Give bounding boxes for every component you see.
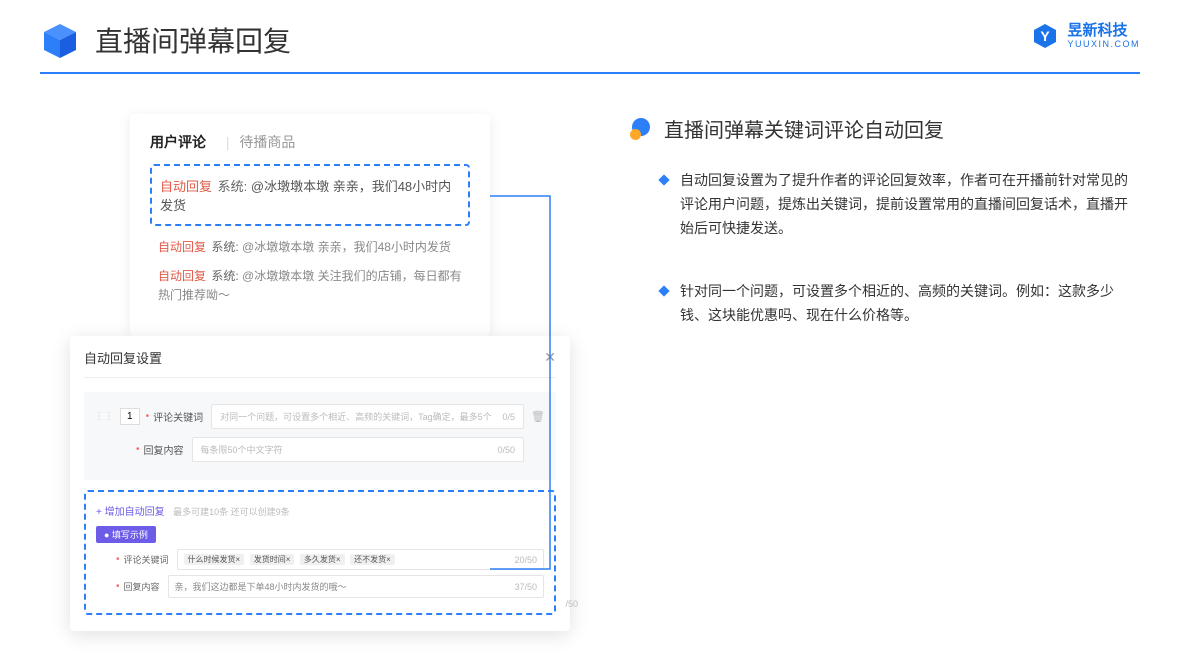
reply-row: 自动回复 系统: @冰墩墩本墩 关注我们的店铺，每日都有热门推荐呦～ <box>150 267 470 305</box>
char-count: 37/50 <box>514 582 537 592</box>
diamond-icon <box>658 286 669 297</box>
bullet-item: 针对同一个问题，可设置多个相近的、高频的关键词。例如：这款多少钱、这块能优惠吗、… <box>660 280 1140 328</box>
brand-hex-icon: Y <box>1031 22 1059 50</box>
page-title: 直播间弹幕回复 <box>95 20 291 60</box>
section-title: 直播间弹幕关键词评论自动回复 <box>664 114 944 143</box>
auto-reply-tag: 自动回复 <box>158 240 206 254</box>
page-header: 直播间弹幕回复 Y 昱新科技 YUUXIN.COM <box>0 0 1180 60</box>
example-content-text: 亲，我们这边都是下单48小时内发货的哦～ <box>175 580 347 593</box>
system-label: 系统: <box>211 240 238 254</box>
add-auto-reply-link[interactable]: + 增加自动回复 <box>96 507 165 518</box>
char-count: 20/50 <box>514 555 537 565</box>
auto-reply-tag: 自动回复 <box>160 179 212 194</box>
example-content-input[interactable]: 亲，我们这边都是下单48小时内发货的哦～ 37/50 <box>168 575 544 598</box>
comments-card: 用户评论 | 待播商品 自动回复 系统: @冰墩墩本墩 亲亲，我们48小时内发货… <box>130 114 490 336</box>
example-badge: ● 填写示例 <box>96 526 156 543</box>
tag-chip: 还不发货× <box>350 554 395 565</box>
drag-handle-icon[interactable]: ⋮⋮ <box>94 411 114 422</box>
example-tags: 什么时候发货× 发货时间× 多久发货× 还不发货× <box>184 554 398 565</box>
settings-panel: ⋮⋮ 1 • 评论关键词 对同一个问题，可设置多个相近、高频的关键词，Tag确定… <box>84 392 556 480</box>
char-count: 0/5 <box>502 412 515 422</box>
settings-title: 自动回复设置 <box>84 348 162 367</box>
char-count: 0/50 <box>497 445 515 455</box>
system-label: 系统: <box>211 269 238 283</box>
brand-name-cn: 昱新科技 <box>1067 23 1140 38</box>
brand-name-en: YUUXIN.COM <box>1067 40 1140 49</box>
cube-icon <box>40 20 80 60</box>
delete-icon[interactable]: 🗑 <box>530 410 546 423</box>
tag-chip: 发货时间× <box>250 554 295 565</box>
brand-logo: Y 昱新科技 YUUXIN.COM <box>1031 22 1140 50</box>
extra-count: /50 <box>565 599 578 609</box>
example-box: + 增加自动回复 最多可建10条 还可以创建9条 ● 填写示例 • 评论关键词 … <box>84 490 556 615</box>
required-dot: • <box>136 445 140 455</box>
example-content-label: 回复内容 <box>124 580 160 593</box>
auto-reply-settings-card: 自动回复设置 ✕ ⋮⋮ 1 • 评论关键词 对同一个问题，可设置多个相近、高频的… <box>70 336 570 631</box>
keyword-label: 评论关键词 <box>153 409 203 424</box>
required-dot: • <box>116 555 120 565</box>
required-dot: • <box>146 412 150 422</box>
item-number: 1 <box>120 408 140 425</box>
reply-text: @冰墩墩本墩 亲亲，我们48小时内发货 <box>242 240 451 254</box>
system-label: 系统: <box>218 179 248 194</box>
tab-separator: | <box>226 134 230 150</box>
bullet-text: 针对同一个问题，可设置多个相近的、高频的关键词。例如：这款多少钱、这块能优惠吗、… <box>680 280 1140 328</box>
content-label: 回复内容 <box>144 442 184 457</box>
svg-text:Y: Y <box>1041 28 1051 44</box>
content-input[interactable]: 每条限50个中文字符 0/50 <box>192 437 524 462</box>
auto-reply-tag: 自动回复 <box>158 269 206 283</box>
bullet-item: 自动回复设置为了提升作者的评论回复效率，作者可在开播前针对常见的评论用户问题，提… <box>660 169 1140 240</box>
left-mockups: 用户评论 | 待播商品 自动回复 系统: @冰墩墩本墩 亲亲，我们48小时内发货… <box>40 114 540 368</box>
example-keyword-label: 评论关键词 <box>124 553 169 566</box>
tag-chip: 多久发货× <box>300 554 345 565</box>
close-icon[interactable]: ✕ <box>544 349 556 366</box>
placeholder: 每条限50个中文字符 <box>201 443 283 456</box>
right-description: 直播间弹幕关键词评论自动回复 自动回复设置为了提升作者的评论回复效率，作者可在开… <box>540 114 1140 368</box>
tag-chip: 什么时候发货× <box>184 554 245 565</box>
highlighted-reply-row: 自动回复 系统: @冰墩墩本墩 亲亲，我们48小时内发货 <box>150 164 470 226</box>
required-dot: • <box>116 582 120 592</box>
bullet-text: 自动回复设置为了提升作者的评论回复效率，作者可在开播前针对常见的评论用户问题，提… <box>680 169 1140 240</box>
reply-row: 自动回复 系统: @冰墩墩本墩 亲亲，我们48小时内发货 <box>150 238 470 257</box>
add-hint: 最多可建10条 还可以创建9条 <box>173 507 290 517</box>
example-keyword-input[interactable]: 什么时候发货× 发货时间× 多久发货× 还不发货× 20/50 <box>177 549 544 570</box>
placeholder: 对同一个问题，可设置多个相近、高频的关键词，Tag确定，最多5个 <box>220 410 492 423</box>
bubble-icon <box>630 118 652 140</box>
tab-user-comments[interactable]: 用户评论 <box>150 134 206 150</box>
tab-pending-goods[interactable]: 待播商品 <box>239 134 295 150</box>
keyword-input[interactable]: 对同一个问题，可设置多个相近、高频的关键词，Tag确定，最多5个 0/5 <box>211 404 524 429</box>
diamond-icon <box>658 174 669 185</box>
